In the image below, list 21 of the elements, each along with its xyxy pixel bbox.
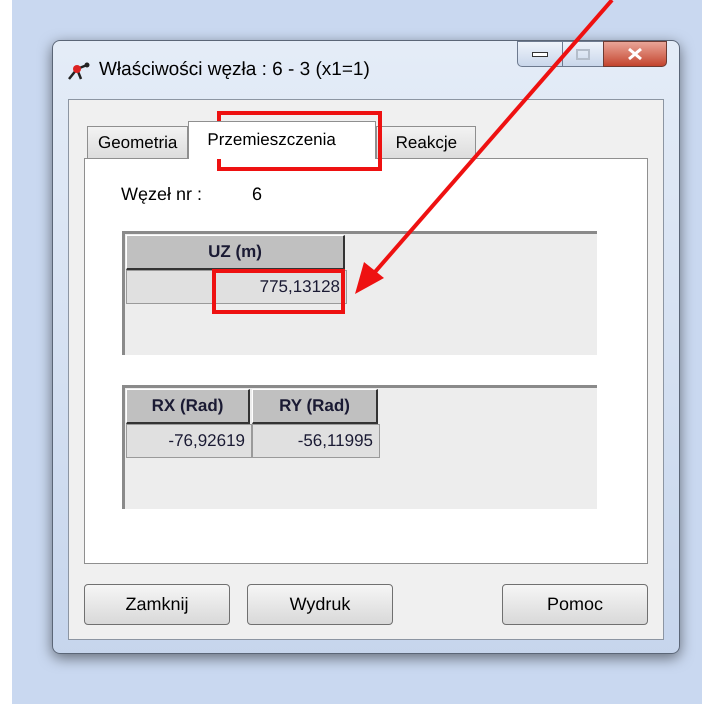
tab[interactable]: Reakcje	[376, 126, 476, 158]
dialog-button[interactable]: Pomoc	[502, 584, 648, 625]
window-title: Właściwości węzła : 6 - 3 (x1=1)	[99, 58, 370, 82]
node-number: 6	[252, 183, 262, 206]
close-button[interactable]	[603, 41, 667, 67]
dialog-button[interactable]: Zamknij	[84, 584, 230, 625]
close-icon	[627, 47, 643, 61]
column-header[interactable]: UZ (m)	[126, 235, 345, 270]
tab[interactable]: Geometria	[87, 126, 188, 158]
table-cell: -76,92619	[126, 424, 252, 458]
node-label: Węzeł nr :	[121, 183, 202, 206]
minimize-button[interactable]	[517, 41, 563, 67]
minimize-icon	[532, 52, 548, 56]
table-cell: 775,13128	[126, 270, 347, 304]
tab[interactable]: Przemieszczenia	[188, 121, 376, 159]
column-header[interactable]: RX (Rad)	[126, 389, 250, 424]
table-cell: -56,11995	[252, 424, 380, 458]
column-header[interactable]: RY (Rad)	[252, 389, 378, 424]
maximize-icon	[576, 48, 590, 60]
maximize-button[interactable]	[563, 41, 603, 67]
dialog-button[interactable]: Wydruk	[247, 584, 393, 625]
